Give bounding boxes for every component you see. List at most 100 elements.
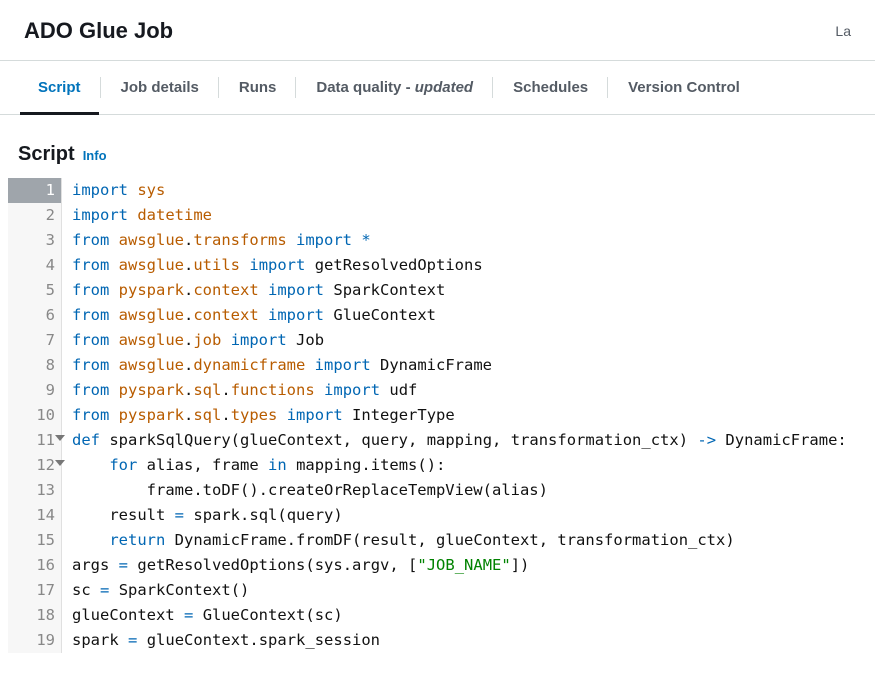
token-mod: transforms: [193, 231, 286, 249]
line-number: 19: [8, 628, 62, 653]
code-line[interactable]: 1import sys: [8, 178, 875, 203]
line-number: 15: [8, 528, 62, 553]
tab-script[interactable]: Script: [18, 61, 101, 114]
code-content[interactable]: args = getResolvedOptions(sys.argv, ["JO…: [62, 553, 529, 578]
code-line[interactable]: 11def sparkSqlQuery(glueContext, query, …: [8, 428, 875, 453]
token-punc: (: [352, 531, 361, 549]
code-line[interactable]: 12 for alias, frame in mapping.items():: [8, 453, 875, 478]
code-content[interactable]: for alias, frame in mapping.items():: [62, 453, 445, 478]
code-line[interactable]: 13 frame.toDF().createOrReplaceTempView(…: [8, 478, 875, 503]
token-punc: .: [184, 356, 193, 374]
code-content[interactable]: from awsglue.dynamicframe import Dynamic…: [62, 353, 492, 378]
token-punc: (: [277, 506, 286, 524]
fold-toggle-icon[interactable]: [55, 435, 65, 441]
token-punc: ():: [417, 456, 445, 474]
code-content[interactable]: from pyspark.sql.types import IntegerTyp…: [62, 403, 455, 428]
token-mod: types: [231, 406, 278, 424]
token-kw: from: [72, 256, 109, 274]
token-kw: import: [287, 406, 343, 424]
token-cls: DynamicFrame: [380, 356, 492, 374]
token-kw: import: [315, 356, 371, 374]
token-mod: awsglue: [119, 231, 184, 249]
token-punc: .: [184, 381, 193, 399]
token-op: =: [100, 581, 109, 599]
code-content[interactable]: def sparkSqlQuery(glueContext, query, ma…: [62, 428, 847, 453]
tab-data-quality[interactable]: Data quality - updated: [296, 61, 493, 114]
token-mod: awsglue: [119, 331, 184, 349]
line-number: 7: [8, 328, 62, 353]
code-content[interactable]: return DynamicFrame.fromDF(result, glueC…: [62, 528, 735, 553]
token-punc: ): [333, 506, 342, 524]
code-line[interactable]: 17sc = SparkContext(): [8, 578, 875, 603]
token-op: =: [119, 556, 128, 574]
tab-label: Runs: [239, 79, 277, 96]
token-punc: ().: [240, 481, 268, 499]
code-line[interactable]: 2import datetime: [8, 203, 875, 228]
line-number: 2: [8, 203, 62, 228]
token-mod: dynamicframe: [193, 356, 305, 374]
tab-label: Script: [38, 79, 81, 96]
code-line[interactable]: 8from awsglue.dynamicframe import Dynami…: [8, 353, 875, 378]
code-line[interactable]: 5from pyspark.context import SparkContex…: [8, 278, 875, 303]
token-punc: :: [837, 431, 846, 449]
token-mod: pyspark: [119, 406, 184, 424]
tab-schedules[interactable]: Schedules: [493, 61, 608, 114]
tab-runs[interactable]: Runs: [219, 61, 297, 114]
token-fn: toDF: [203, 481, 240, 499]
token-kw: from: [72, 406, 109, 424]
info-link[interactable]: Info: [83, 148, 107, 163]
code-line[interactable]: 14 result = spark.sql(query): [8, 503, 875, 528]
token-punc: ): [539, 481, 548, 499]
token-kw: from: [72, 331, 109, 349]
code-content[interactable]: spark = glueContext.spark_session: [62, 628, 380, 653]
token-op: =: [128, 631, 137, 649]
section-header: Script Info: [0, 115, 875, 178]
code-content[interactable]: from awsglue.job import Job: [62, 328, 324, 353]
token-punc: ,: [417, 531, 426, 549]
token-fn: fromDF: [296, 531, 352, 549]
token-fn: sparkSqlQuery: [109, 431, 230, 449]
token-punc: .: [240, 506, 249, 524]
code-line[interactable]: 18glueContext = GlueContext(sc): [8, 603, 875, 628]
code-content[interactable]: frame.toDF().createOrReplaceTempView(ali…: [62, 478, 548, 503]
token-punc: ]): [511, 556, 530, 574]
code-line[interactable]: 19spark = glueContext.spark_session: [8, 628, 875, 653]
token-punc: ): [679, 431, 688, 449]
token-cls: udf: [389, 381, 417, 399]
code-content[interactable]: result = spark.sql(query): [62, 503, 343, 528]
token-punc: .: [193, 481, 202, 499]
code-line[interactable]: 10from pyspark.sql.types import IntegerT…: [8, 403, 875, 428]
token-fn: createOrReplaceTempView: [268, 481, 483, 499]
code-line[interactable]: 7from awsglue.job import Job: [8, 328, 875, 353]
code-line[interactable]: 9from pyspark.sql.functions import udf: [8, 378, 875, 403]
tab-version-control[interactable]: Version Control: [608, 61, 760, 114]
code-content[interactable]: import datetime: [62, 203, 212, 228]
token-cls: spark: [193, 506, 240, 524]
code-content[interactable]: from pyspark.sql.functions import udf: [62, 378, 417, 403]
token-cls: query: [287, 506, 334, 524]
token-cls: args: [72, 556, 109, 574]
line-number: 14: [8, 503, 62, 528]
tab-label: Version Control: [628, 79, 740, 96]
code-line[interactable]: 6from awsglue.context import GlueContext: [8, 303, 875, 328]
line-number: 11: [8, 428, 62, 453]
code-content[interactable]: from awsglue.utils import getResolvedOpt…: [62, 253, 483, 278]
code-content[interactable]: glueContext = GlueContext(sc): [62, 603, 343, 628]
code-content[interactable]: from awsglue.transforms import *: [62, 228, 371, 253]
code-line[interactable]: 4from awsglue.utils import getResolvedOp…: [8, 253, 875, 278]
code-line[interactable]: 3from awsglue.transforms import *: [8, 228, 875, 253]
code-editor[interactable]: 1import sys2import datetime3from awsglue…: [8, 178, 875, 653]
fold-toggle-icon[interactable]: [55, 460, 65, 466]
code-content[interactable]: sc = SparkContext(): [62, 578, 249, 603]
code-line[interactable]: 16args = getResolvedOptions(sys.argv, ["…: [8, 553, 875, 578]
token-punc: .: [184, 306, 193, 324]
code-content[interactable]: import sys: [62, 178, 165, 203]
code-content[interactable]: from pyspark.context import SparkContext: [62, 278, 445, 303]
token-fn: items: [371, 456, 418, 474]
tab-job-details[interactable]: Job details: [101, 61, 219, 114]
header-right-text: La: [835, 23, 851, 39]
code-content[interactable]: from awsglue.context import GlueContext: [62, 303, 436, 328]
token-cls: GlueContext: [333, 306, 436, 324]
token-cls: transformation_ctx: [511, 431, 679, 449]
code-line[interactable]: 15 return DynamicFrame.fromDF(result, gl…: [8, 528, 875, 553]
